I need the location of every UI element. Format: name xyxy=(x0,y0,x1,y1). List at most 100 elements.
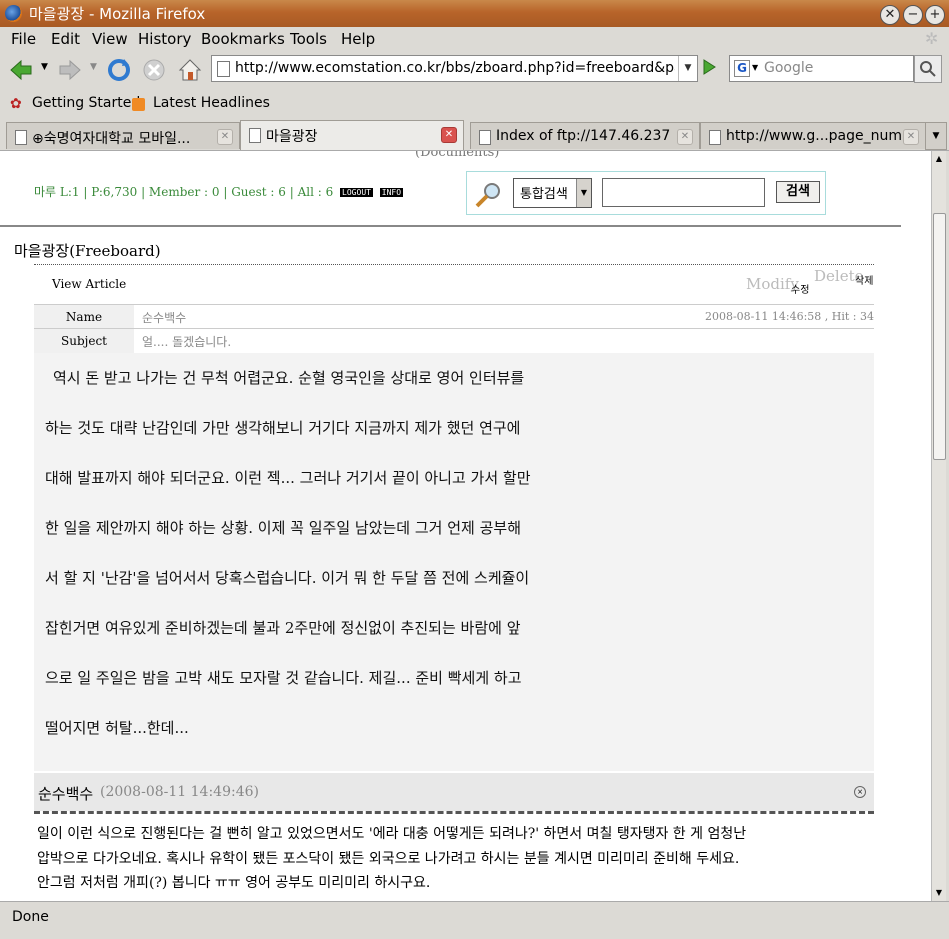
body-line: 하는 것도 대략 난감인데 가만 생각해보니 거기다 지금까지 제가 했던 연구… xyxy=(45,419,521,437)
board-title: 마을광장(Freeboard) xyxy=(14,242,161,260)
menu-tools[interactable]: Tools xyxy=(290,30,327,48)
search-placeholder: Google xyxy=(764,60,814,76)
menu-view[interactable]: View xyxy=(92,30,128,48)
menu-history[interactable]: History xyxy=(138,30,191,48)
body-line: 역시 돈 받고 나가는 건 무척 어렵군요. 순혈 영국인을 상대로 영어 인터… xyxy=(53,369,525,387)
url-bar[interactable]: http://www.ecomstation.co.kr/bbs/zboard.… xyxy=(211,55,698,82)
search-scope-value: 통합검색 xyxy=(520,187,568,202)
tab-label: http://www.g...page_num=10 xyxy=(726,128,904,144)
page-icon xyxy=(15,130,27,145)
stop-icon[interactable] xyxy=(141,57,167,83)
minimize-window-icon[interactable]: − xyxy=(903,5,923,25)
scroll-down-icon[interactable]: ▼ xyxy=(933,886,945,900)
tab-label: 마을광장 xyxy=(266,129,318,145)
vertical-scrollbar[interactable]: ▲ ▼ xyxy=(931,151,946,901)
subject-label: Subject xyxy=(34,329,134,353)
menu-help[interactable]: Help xyxy=(341,30,375,48)
name-label: Name xyxy=(34,305,134,329)
firefox-logo-icon xyxy=(5,5,22,22)
board-search-button[interactable]: 검색 xyxy=(776,181,820,203)
throbber-icon: ✲ xyxy=(925,29,939,48)
board-search-input[interactable] xyxy=(602,178,765,207)
home-icon[interactable] xyxy=(177,57,203,83)
title-bar: 마을광장 - Mozilla Firefox ✕ − + xyxy=(0,0,949,27)
status-text: Done xyxy=(12,909,49,925)
chevron-down-icon: ▼ xyxy=(576,179,591,207)
comment-line: 일이 이런 식으로 진행된다는 걸 뻔히 알고 있었으면서도 '에라 대충 어떻… xyxy=(37,826,747,842)
modify-kr-label[interactable]: 수정 xyxy=(791,281,809,296)
bookmarks-toolbar: ✿ Getting Started Latest Headlines xyxy=(0,92,949,116)
tab-list-dropdown-icon[interactable]: ▼ xyxy=(925,122,947,150)
post-date: 2008-08-11 14:46:58 , Hit : 34 xyxy=(704,310,874,323)
user-info-text: 마루 L:1 | P:6,730 | Member : 0 | Guest : … xyxy=(34,185,334,199)
comment-line: 안그럼 저처럼 개피(?) 봅니다 ㅠㅠ 영어 공부도 미리미리 하시구요. xyxy=(37,875,431,891)
scroll-up-icon[interactable]: ▲ xyxy=(933,152,945,166)
maximize-window-icon[interactable]: + xyxy=(925,5,945,25)
info-button[interactable]: INFO xyxy=(379,188,404,197)
magnifier-icon xyxy=(475,183,500,208)
magnifier-icon xyxy=(920,61,936,77)
comment-divider xyxy=(34,811,874,814)
divider xyxy=(34,264,874,265)
tab-www-g[interactable]: http://www.g...page_num=10 ✕ xyxy=(700,122,926,149)
reload-icon[interactable] xyxy=(106,57,132,83)
body-line: 대해 발표까지 해야 되더군요. 이런 젝... 그러나 거기서 끝이 아니고 … xyxy=(45,469,531,487)
comment-author[interactable]: 순수백수 xyxy=(38,783,93,804)
back-dropdown-icon[interactable]: ▼ xyxy=(41,62,48,72)
tab-label: Index of ftp://147.46.237.6... xyxy=(496,128,671,144)
subject-value: 얼.... 돌겠습니다. xyxy=(142,335,232,349)
menu-bookmarks[interactable]: Bookmarks xyxy=(201,30,285,48)
forward-icon[interactable] xyxy=(57,57,83,83)
documents-label: (Documents) xyxy=(415,151,500,160)
search-engine-box[interactable]: G ▼ Google xyxy=(729,55,914,82)
search-go-button[interactable] xyxy=(914,55,942,83)
menu-edit[interactable]: Edit xyxy=(51,30,80,48)
tab-close-icon[interactable]: ✕ xyxy=(217,129,233,145)
tab-bar: ⊕숙명여자대학교 모바일... ✕ 마을광장 ✕ Index of ftp://… xyxy=(0,119,949,151)
tab-close-icon[interactable]: ✕ xyxy=(903,129,919,145)
url-dropdown-icon[interactable]: ▼ xyxy=(678,56,697,81)
tab-village-square[interactable]: 마을광장 ✕ xyxy=(240,120,464,150)
tab-close-icon[interactable]: ✕ xyxy=(441,127,457,143)
body-line: 으로 일 주일은 밤을 고박 새도 모자랄 것 같습니다. 제길... 준비 빡… xyxy=(45,669,522,687)
body-line: 한 일을 제안까지 해야 하는 상황. 이제 꼭 일주일 남았는데 그거 언제 … xyxy=(45,519,521,537)
subject-row: Subject 얼.... 돌겠습니다. xyxy=(34,328,874,353)
scroll-thumb[interactable] xyxy=(933,213,946,460)
comment-date: (2008-08-11 14:49:46) xyxy=(100,784,259,800)
comment-header: 순수백수 (2008-08-11 14:49:46) × xyxy=(34,773,874,811)
engine-dropdown-icon[interactable]: ▼ xyxy=(752,63,758,72)
forward-dropdown-icon[interactable]: ▼ xyxy=(90,62,97,72)
tab-label: ⊕숙명여자대학교 모바일... xyxy=(32,131,191,147)
google-icon[interactable]: G xyxy=(734,60,750,77)
article-body: 역시 돈 받고 나가는 건 무척 어렵군요. 순혈 영국인을 상대로 영어 인터… xyxy=(34,353,874,771)
page-icon xyxy=(217,61,230,77)
body-line: 잡힌거면 여유있게 준비하겠는데 불과 2주만에 정신없이 추진되는 바람에 앞 xyxy=(45,619,521,637)
page-icon xyxy=(479,130,491,145)
board-search-bar: 통합검색 ▼ 검색 xyxy=(466,171,826,215)
author-name[interactable]: 순수백수 xyxy=(142,309,186,326)
view-article-label: View Article xyxy=(52,277,127,291)
back-icon[interactable] xyxy=(8,57,34,83)
rss-icon xyxy=(132,98,145,111)
menu-file[interactable]: File xyxy=(11,30,36,48)
comment-delete-icon[interactable]: × xyxy=(854,786,866,798)
bookmark-getting-started[interactable]: Getting Started xyxy=(32,95,140,111)
tab-sookmyung[interactable]: ⊕숙명여자대학교 모바일... ✕ xyxy=(6,122,240,149)
tab-ftp-index[interactable]: Index of ftp://147.46.237.6... ✕ xyxy=(470,122,700,149)
page-content: (Documents) 마루 L:1 | P:6,730 | Member : … xyxy=(0,151,931,901)
name-row: Name 순수백수 2008-08-11 14:46:58 , Hit : 34 xyxy=(34,304,874,329)
delete-kr-label[interactable]: 삭제 xyxy=(855,272,873,287)
page-icon xyxy=(249,128,261,143)
window-title: 마을광장 - Mozilla Firefox xyxy=(29,5,206,23)
url-text[interactable]: http://www.ecomstation.co.kr/bbs/zboard.… xyxy=(235,60,675,76)
menu-bar: File Edit View History Bookmarks Tools H… xyxy=(0,27,949,50)
tab-close-icon[interactable]: ✕ xyxy=(677,129,693,145)
bookmark-latest-headlines[interactable]: Latest Headlines xyxy=(153,95,270,111)
header-divider xyxy=(0,225,901,227)
search-scope-select[interactable]: 통합검색 ▼ xyxy=(513,178,592,208)
page-icon xyxy=(709,130,721,145)
go-icon[interactable] xyxy=(699,57,719,77)
body-line: 서 할 지 '난감'을 넘어서서 당혹스럽습니다. 이거 뭐 한 두달 쯤 전에… xyxy=(45,569,530,587)
close-window-icon[interactable]: ✕ xyxy=(880,5,900,25)
logout-button[interactable]: LOGOUT xyxy=(340,188,373,197)
